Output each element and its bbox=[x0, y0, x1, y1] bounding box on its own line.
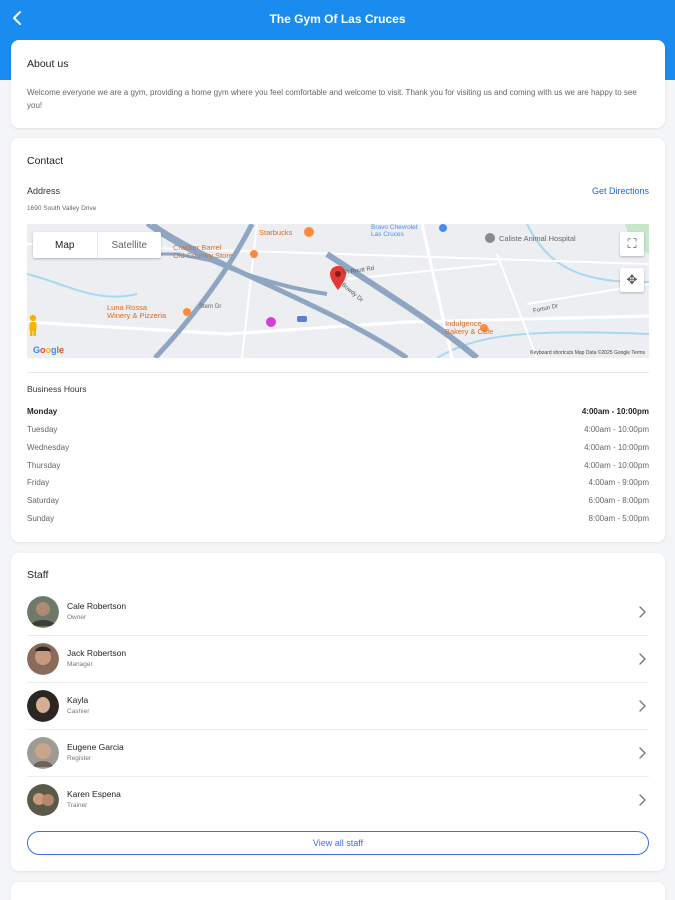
staff-row[interactable]: Cale Robertson Owner bbox=[27, 589, 649, 636]
address-label: Address bbox=[27, 186, 61, 196]
map-place-cracker-barrel: Cracker Barrel Old Country Store bbox=[173, 243, 234, 260]
google-logo: Google bbox=[33, 345, 65, 355]
map-attribution[interactable]: Keyboard shortcuts Map Data ©2025 Google… bbox=[530, 350, 645, 356]
chevron-right-icon bbox=[639, 700, 646, 712]
hours-time: 8:00am - 5:00pm bbox=[588, 514, 649, 523]
get-directions-link[interactable]: Get Directions bbox=[592, 186, 649, 196]
staff-heading: Staff bbox=[27, 569, 49, 581]
hours-row-monday: Monday 4:00am - 10:00pm bbox=[27, 407, 649, 424]
map-place-bravo: Bravo Chevrolet Las Cruces bbox=[371, 224, 418, 238]
about-text: Welcome everyone we are a gym, providing… bbox=[27, 88, 637, 110]
staff-role: Trainer bbox=[67, 802, 88, 809]
business-hours-label: Business Hours bbox=[27, 384, 87, 394]
map-tab[interactable]: Map bbox=[33, 232, 97, 258]
hours-time: 4:00am - 10:00pm bbox=[584, 425, 649, 434]
staff-role: Manager bbox=[67, 661, 93, 668]
hours-row-friday: Friday 4:00am - 9:00pm bbox=[27, 478, 649, 495]
staff-name: Karen Espena bbox=[67, 789, 121, 799]
map-camera-control-icon[interactable]: ✥ bbox=[620, 268, 644, 292]
staff-role: Register bbox=[67, 755, 92, 762]
address-value: 1690 South Valley Drive bbox=[27, 205, 97, 212]
hours-day: Monday bbox=[27, 407, 58, 416]
staff-name: Kayla bbox=[67, 695, 89, 705]
chevron-right-icon bbox=[639, 653, 646, 665]
staff-avatar bbox=[27, 596, 59, 628]
hours-row-tuesday: Tuesday 4:00am - 10:00pm bbox=[27, 425, 649, 442]
hours-day: Saturday bbox=[27, 496, 60, 505]
satellite-tab[interactable]: Satellite bbox=[96, 232, 162, 258]
map-place-luna-rossa: Luna Rossa Winery & Pizzeria bbox=[107, 303, 167, 320]
map-road-stern: Stern Dr bbox=[199, 304, 222, 310]
chevron-right-icon bbox=[639, 794, 646, 806]
staff-card: Staff Cale Robertson Owner Jack Robertso… bbox=[11, 553, 665, 871]
staff-name: Eugene Garcia bbox=[67, 742, 124, 752]
hours-time: 6:00am - 8:00pm bbox=[588, 496, 649, 505]
map-view[interactable]: Map Satellite ⛶ ✥ Starbucks Cracker Barr… bbox=[27, 224, 649, 358]
staff-row[interactable]: Jack Robertson Manager bbox=[27, 636, 649, 683]
chevron-right-icon bbox=[639, 606, 646, 618]
about-card: About us Welcome everyone we are a gym, … bbox=[11, 40, 665, 128]
staff-row[interactable]: Karen Espena Trainer bbox=[27, 777, 649, 824]
hours-time: 4:00am - 10:00pm bbox=[581, 407, 649, 416]
staff-role: Cashier bbox=[67, 708, 90, 715]
page-title: The Gym Of Las Cruces bbox=[269, 12, 406, 26]
staff-name: Cale Robertson bbox=[67, 601, 127, 611]
contact-heading: Contact bbox=[27, 155, 64, 167]
hours-time: 4:00am - 9:00pm bbox=[588, 478, 649, 487]
hours-day: Tuesday bbox=[27, 425, 58, 434]
next-card bbox=[11, 882, 665, 900]
chevron-right-icon bbox=[639, 747, 646, 759]
staff-avatar bbox=[27, 784, 59, 816]
hours-row-sunday: Sunday 8:00am - 5:00pm bbox=[27, 514, 649, 531]
map-type-toggle: Map Satellite bbox=[33, 232, 161, 258]
hours-time: 4:00am - 10:00pm bbox=[584, 443, 649, 452]
fullscreen-icon[interactable]: ⛶ bbox=[620, 232, 644, 256]
hours-row-thursday: Thursday 4:00am - 10:00pm bbox=[27, 461, 649, 478]
map-place-animal-hospital: Caliste Animal Hospital bbox=[499, 234, 576, 243]
hours-row-saturday: Saturday 6:00am - 8:00pm bbox=[27, 496, 649, 513]
staff-avatar bbox=[27, 643, 59, 675]
hours-day: Friday bbox=[27, 478, 50, 487]
hours-row-wednesday: Wednesday 4:00am - 10:00pm bbox=[27, 443, 649, 460]
map-place-indulgence: Indulgence Bakery & Cafe bbox=[445, 319, 494, 336]
hours-day: Thursday bbox=[27, 461, 61, 470]
staff-avatar bbox=[27, 690, 59, 722]
contact-divider bbox=[27, 372, 649, 373]
about-heading: About us bbox=[27, 58, 69, 70]
staff-row[interactable]: Eugene Garcia Register bbox=[27, 730, 649, 777]
pegman-icon[interactable] bbox=[27, 314, 39, 336]
contact-card: Contact Address 1690 South Valley Drive … bbox=[11, 138, 665, 542]
view-all-staff-button[interactable]: View all staff bbox=[27, 831, 649, 855]
staff-name: Jack Robertson bbox=[67, 648, 127, 658]
hours-time: 4:00am - 10:00pm bbox=[584, 461, 649, 470]
hours-day: Sunday bbox=[27, 514, 55, 523]
staff-avatar bbox=[27, 737, 59, 769]
staff-row[interactable]: Kayla Cashier bbox=[27, 683, 649, 730]
staff-role: Owner bbox=[67, 614, 87, 621]
map-place-starbucks: Starbucks bbox=[259, 228, 293, 237]
hours-day: Wednesday bbox=[27, 443, 70, 452]
